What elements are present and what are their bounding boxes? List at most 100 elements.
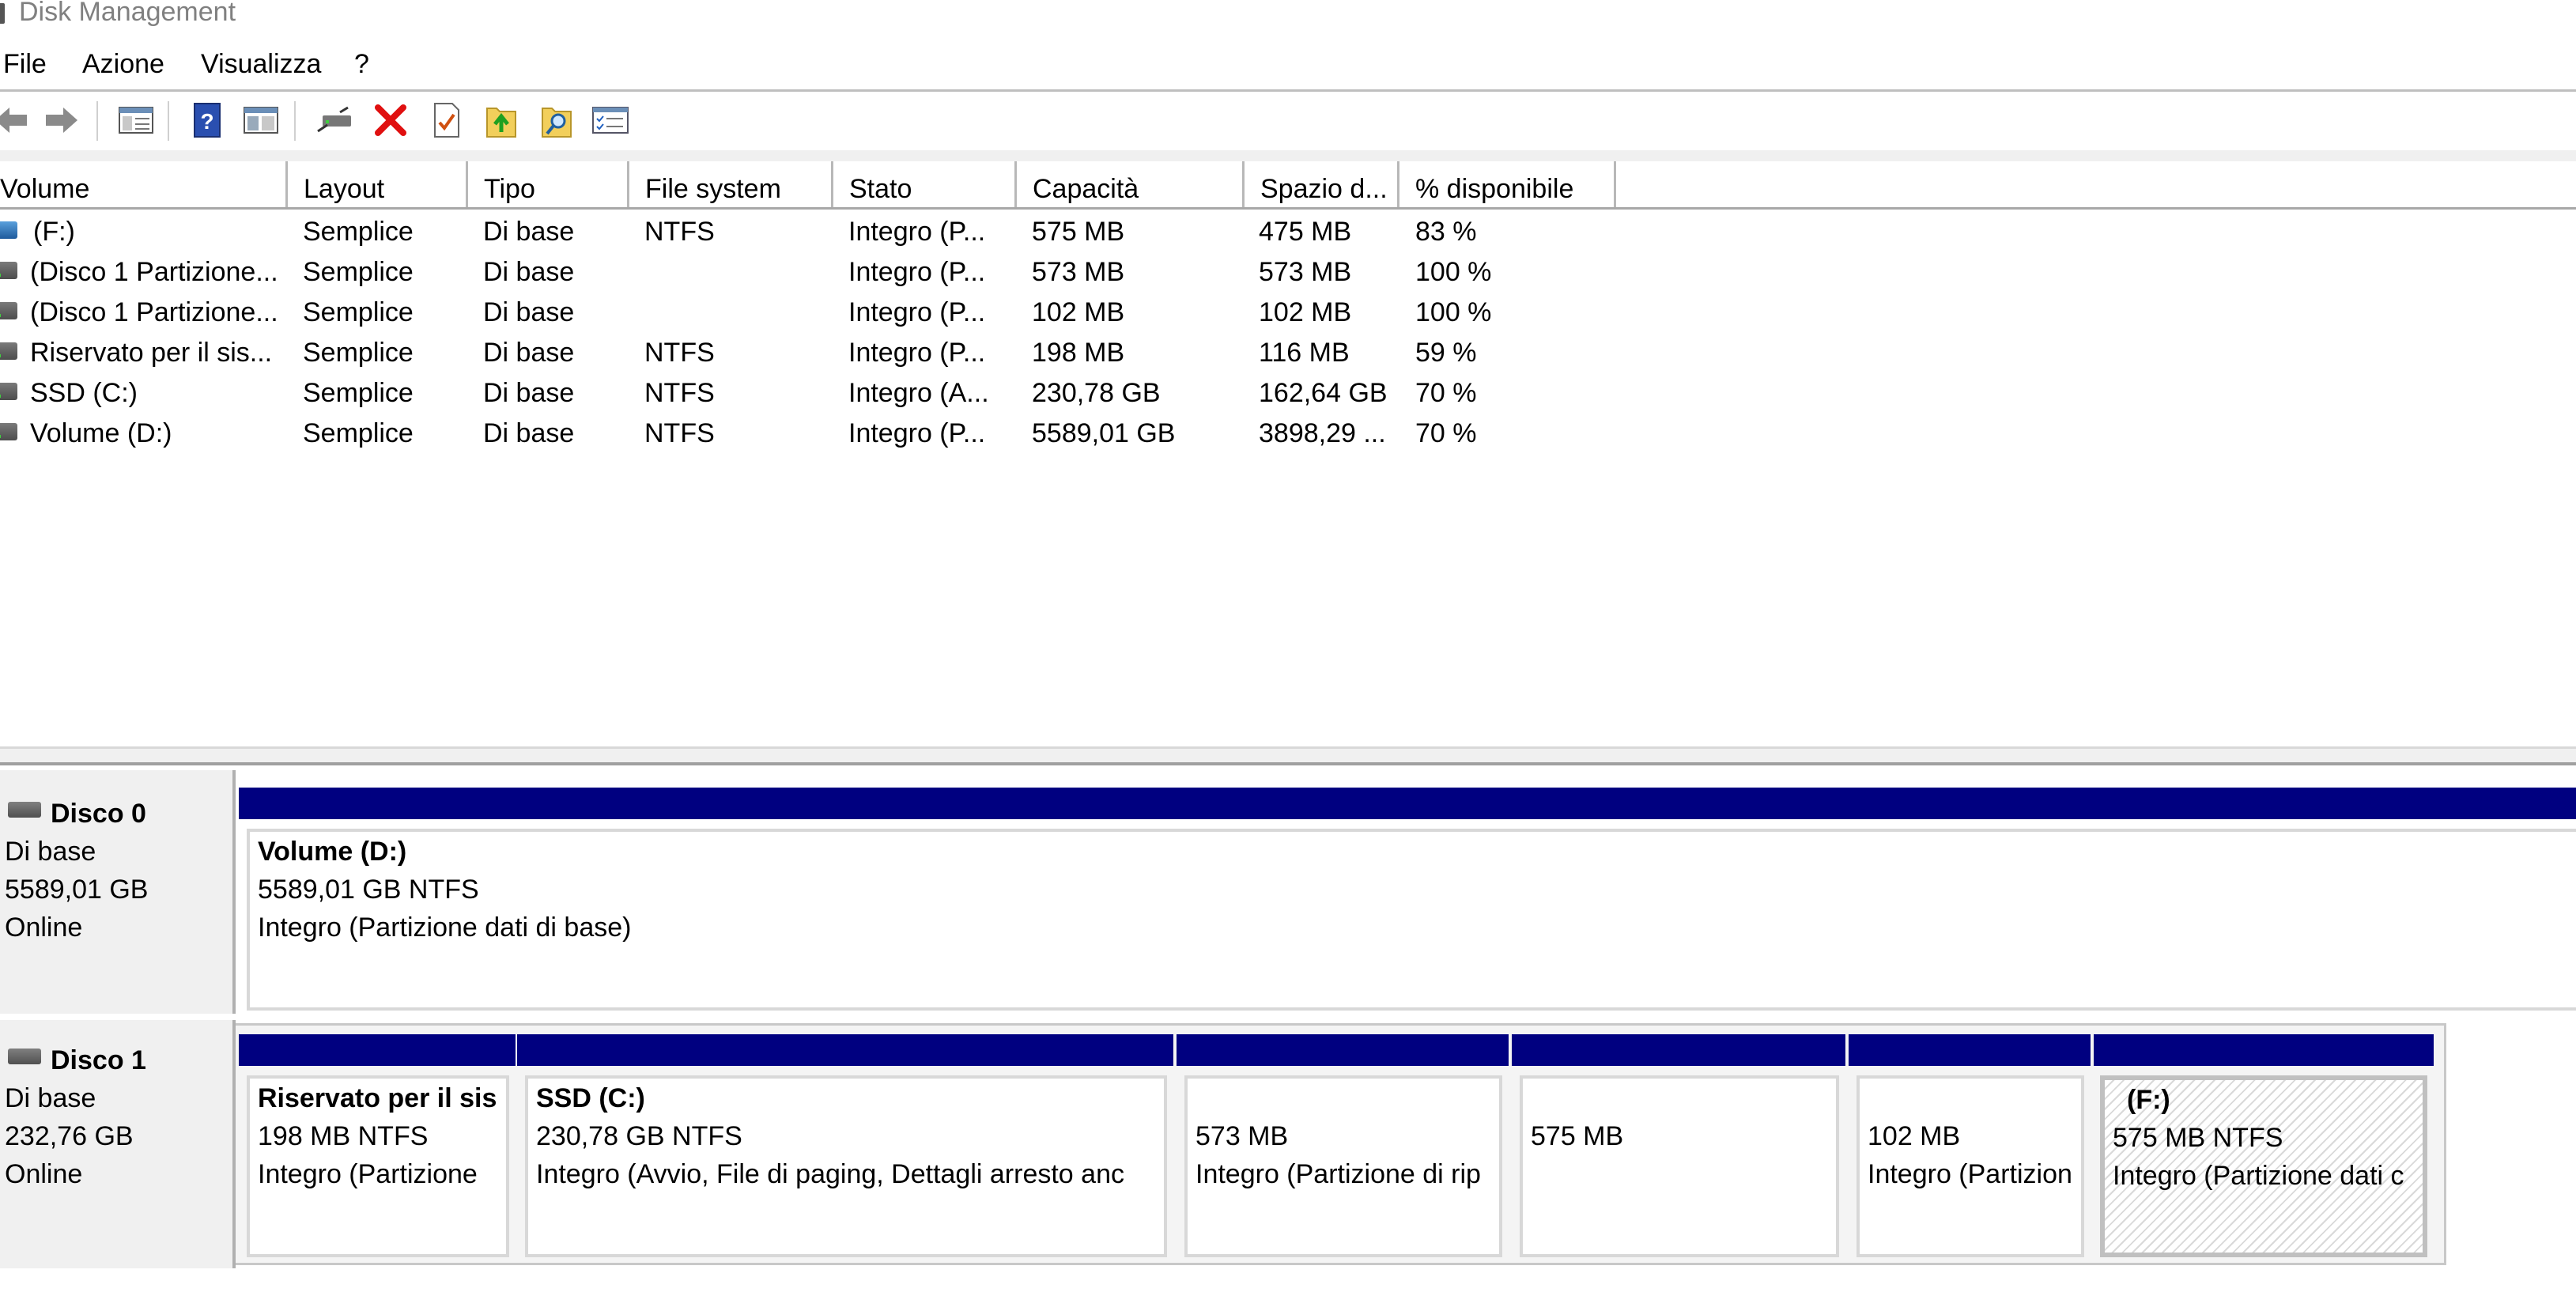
disk-size: 5589,01 GB (5, 875, 149, 905)
cell-stato: Integro (P... (848, 217, 986, 247)
table-row[interactable]: Volume (D:) Semplice Di base NTFS Integr… (0, 414, 2576, 454)
cell-volume: SSD (C:) (30, 378, 138, 408)
cell-layout: Semplice (303, 217, 414, 247)
table-row[interactable]: (Disco 1 Partizione... Semplice Di base … (0, 252, 2576, 293)
column-header-capacita[interactable]: Capacità (1017, 161, 1245, 207)
partition-size: 230,78 GB NTFS (536, 1121, 742, 1151)
partition-status: Integro (Partizione di rip (1195, 1159, 1481, 1189)
cell-volume: (Disco 1 Partizione... (30, 257, 278, 287)
options-icon[interactable] (591, 101, 629, 139)
console-tree-icon[interactable] (117, 101, 155, 139)
disk-graphical-view: Disco 0 Di base 5589,01 GB Online Volume… (0, 765, 2576, 1296)
table-row[interactable]: Riservato per il sis... Semplice Di base… (0, 333, 2576, 373)
cell-disponibile: 83 % (1415, 217, 1477, 247)
partition-header-bar (1849, 1034, 2091, 1066)
partition-title: (F:) (2127, 1085, 2170, 1115)
partition-status: Integro (Avvio, File di paging, Dettagli… (536, 1159, 1124, 1189)
column-header-percent-disponibile[interactable]: % disponibile (1399, 161, 1616, 207)
cell-stato: Integro (A... (848, 378, 989, 408)
partition-575mb[interactable]: 575 MB (1512, 1034, 1845, 1264)
partition-ssd-c[interactable]: SSD (C:) 230,78 GB NTFS Integro (Avvio, … (517, 1034, 1173, 1264)
partition-body: 575 MB (1520, 1075, 1839, 1257)
cell-volume: (Disco 1 Partizione... (30, 297, 278, 327)
cell-layout: Semplice (303, 257, 414, 287)
cell-stato: Integro (P... (848, 418, 986, 448)
toolbar-separator (294, 101, 296, 141)
cell-stato: Integro (P... (848, 338, 986, 368)
partition-title: Riservato per il sis (258, 1083, 497, 1113)
cell-capacita: 198 MB (1032, 338, 1125, 368)
partition-riservato[interactable]: Riservato per il sis 198 MB NTFS Integro… (239, 1034, 516, 1264)
disk-0-info[interactable]: Disco 0 Di base 5589,01 GB Online (0, 770, 236, 1014)
pane-splitter[interactable] (0, 746, 2576, 765)
cell-disponibile: 100 % (1415, 297, 1492, 327)
toolbar: ? (0, 93, 2576, 150)
window-title: Disk Management (19, 0, 236, 27)
connect-drive-icon[interactable] (316, 101, 354, 139)
partition-f-selected[interactable]: (F:) 575 MB NTFS Integro (Partizione dat… (2094, 1034, 2434, 1264)
cell-layout: Semplice (303, 378, 414, 408)
cell-file-system: NTFS (644, 378, 715, 408)
partition-size: 5589,01 GB NTFS (258, 875, 479, 905)
partition-title: SSD (C:) (536, 1083, 645, 1113)
table-row[interactable]: (F:) Semplice Di base NTFS Integro (P...… (0, 212, 2576, 252)
cell-layout: Semplice (303, 418, 414, 448)
menu-file[interactable]: File (3, 49, 47, 80)
partition-status: Integro (Partizion (1868, 1159, 2072, 1189)
disk-management-app-icon (0, 3, 5, 24)
refresh-icon[interactable] (482, 101, 520, 139)
cell-capacita: 230,78 GB (1032, 378, 1161, 408)
toolbar-separator (168, 101, 169, 141)
delete-icon[interactable] (372, 101, 410, 139)
volume-list[interactable]: Volume Layout Tipo File system Stato Cap… (0, 161, 2576, 746)
show-hide-pane-icon[interactable] (242, 101, 280, 139)
disk-status: Online (5, 912, 83, 943)
forward-arrow-icon[interactable] (43, 101, 81, 139)
menu-help[interactable]: ? (354, 49, 369, 80)
disk-1-info[interactable]: Disco 1 Di base 232,76 GB Online (0, 1020, 236, 1268)
column-header-layout[interactable]: Layout (288, 161, 468, 207)
cell-file-system: NTFS (644, 418, 715, 448)
table-row[interactable]: (Disco 1 Partizione... Semplice Di base … (0, 293, 2576, 333)
disk-drive-icon (8, 1049, 41, 1064)
partition-body: 102 MB Integro (Partizion (1856, 1075, 2084, 1257)
back-arrow-icon[interactable] (0, 101, 30, 139)
cell-tipo: Di base (483, 418, 575, 448)
column-header-tipo[interactable]: Tipo (468, 161, 629, 207)
partition-size: 198 MB NTFS (258, 1121, 429, 1151)
partition-title: Volume (D:) (258, 837, 407, 867)
partition-body: SSD (C:) 230,78 GB NTFS Integro (Avvio, … (525, 1075, 1167, 1257)
cell-disponibile: 70 % (1415, 378, 1477, 408)
column-header-spazio-disponibile[interactable]: Spazio d... (1245, 161, 1399, 207)
properties-icon[interactable] (427, 101, 465, 139)
menu-azione[interactable]: Azione (82, 49, 164, 80)
disk-size: 232,76 GB (5, 1121, 134, 1151)
partition-102mb[interactable]: 102 MB Integro (Partizion (1849, 1034, 2091, 1264)
disk-name: Disco 0 (51, 799, 146, 829)
column-header-volume[interactable]: Volume (0, 161, 288, 207)
partition-body: (F:) 575 MB NTFS Integro (Partizione dat… (2100, 1075, 2427, 1257)
cell-capacita: 575 MB (1032, 217, 1125, 247)
cell-capacita: 102 MB (1032, 297, 1125, 327)
partition-header-bar (1177, 1034, 1509, 1066)
cell-disponibile: 59 % (1415, 338, 1477, 368)
cell-layout: Semplice (303, 338, 414, 368)
list-header: Volume Layout Tipo File system Stato Cap… (0, 161, 2576, 210)
partition-size: 102 MB (1868, 1121, 1961, 1151)
menu-visualizza[interactable]: Visualizza (201, 49, 321, 80)
cell-disponibile: 100 % (1415, 257, 1492, 287)
cell-tipo: Di base (483, 297, 575, 327)
column-header-stato[interactable]: Stato (833, 161, 1017, 207)
partition-recovery-573mb[interactable]: 573 MB Integro (Partizione di rip (1177, 1034, 1509, 1264)
cell-capacita: 5589,01 GB (1032, 418, 1176, 448)
column-header-file-system[interactable]: File system (629, 161, 833, 207)
rescan-disks-icon[interactable] (538, 101, 576, 139)
help-icon[interactable]: ? (188, 101, 226, 139)
partition-header-bar (2094, 1034, 2434, 1066)
cell-layout: Semplice (303, 297, 414, 327)
disk-type: Di base (5, 837, 96, 867)
partition-size: 575 MB NTFS (2113, 1123, 2283, 1153)
partition-volume-d[interactable]: Volume (D:) 5589,01 GB NTFS Integro (Par… (239, 788, 2576, 1017)
cell-tipo: Di base (483, 217, 575, 247)
table-row[interactable]: SSD (C:) Semplice Di base NTFS Integro (… (0, 373, 2576, 414)
